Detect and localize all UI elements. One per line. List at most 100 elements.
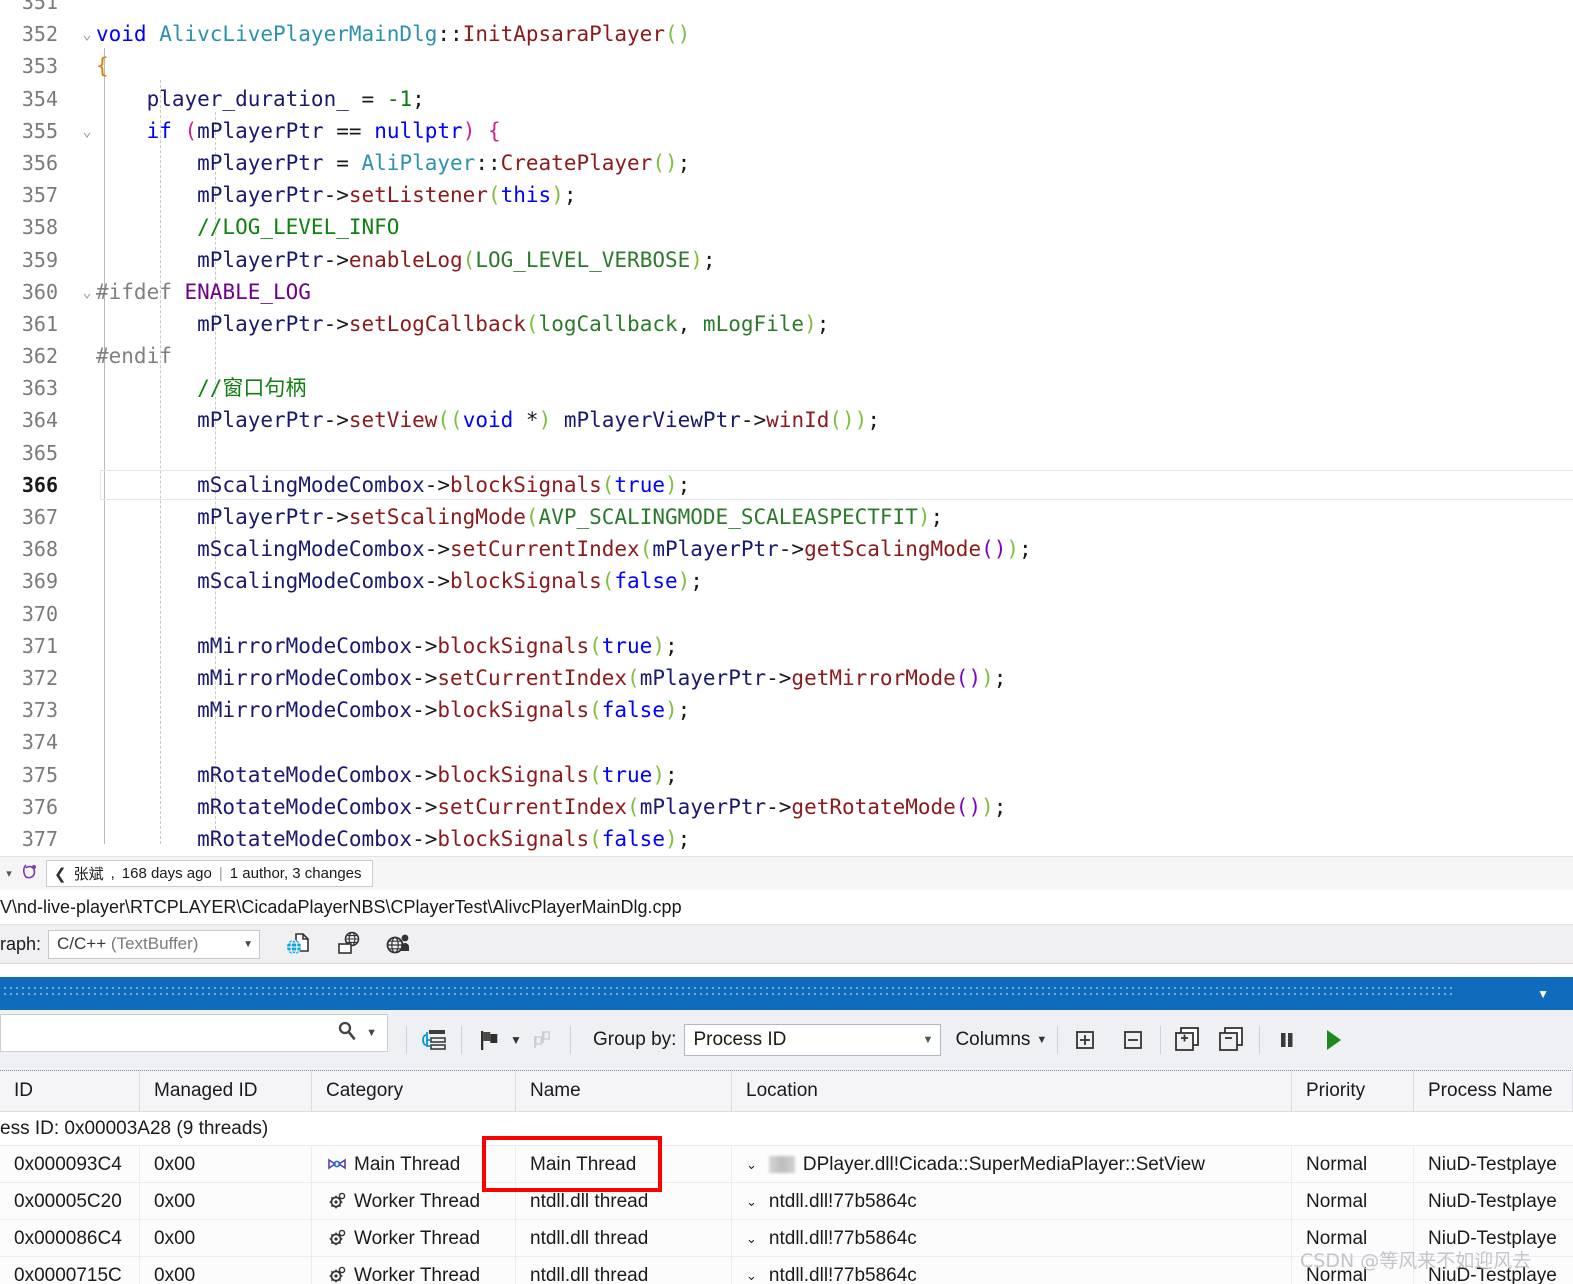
code-line[interactable]: 376 mRotateModeCombox->setCurrentIndex(m…: [0, 791, 1573, 823]
code-line[interactable]: 361 mPlayerPtr->setLogCallback(logCallba…: [0, 308, 1573, 340]
code-line[interactable]: 363 //窗口句柄: [0, 372, 1573, 404]
search-field[interactable]: [1, 1021, 329, 1045]
file-path-row: V\nd-live-player\RTCPLAYER\CicadaPlayerN…: [0, 890, 1573, 924]
codelens-icon[interactable]: [18, 862, 44, 885]
chevron-down-icon[interactable]: ⌄: [746, 1183, 757, 1220]
code-line[interactable]: 364 mPlayerPtr->setView((void *) mPlayer…: [0, 404, 1573, 436]
code-line[interactable]: 370: [0, 598, 1573, 630]
language-combo[interactable]: C/C++ (TextBuffer) ▼: [48, 929, 261, 959]
code-line-text: mScalingModeCombox->blockSignals(false);: [96, 569, 703, 594]
chevron-down-icon[interactable]: ⌄: [746, 1220, 757, 1257]
panel-dropdown-caret[interactable]: ▼: [1537, 987, 1549, 1001]
code-line[interactable]: 371 mMirrorModeCombox->blockSignals(true…: [0, 630, 1573, 662]
panel-title-bar[interactable]: ▼: [0, 977, 1573, 1010]
fold-toggle-icon[interactable]: ⌄: [78, 276, 96, 308]
code-line-text: mRotateModeCombox->setCurrentIndex(mPlay…: [96, 794, 1007, 819]
group-by-label: Group by:: [593, 1029, 677, 1050]
columns-button[interactable]: Columns ▼: [955, 1029, 1047, 1051]
code-line[interactable]: 359 mPlayerPtr->enableLog(LOG_LEVEL_VERB…: [0, 244, 1573, 276]
line-number: 370: [21, 601, 58, 626]
cell-managed-id: 0x00: [140, 1182, 312, 1220]
search-input[interactable]: ▼: [0, 1014, 388, 1052]
pause-icon[interactable]: [1270, 1023, 1304, 1057]
chevron-down-icon[interactable]: ⌄: [746, 1146, 757, 1183]
code-line[interactable]: 369 mScalingModeCombox->blockSignals(fal…: [0, 565, 1573, 597]
chevron-down-icon[interactable]: ▼: [1036, 1034, 1047, 1046]
line-number: 362: [21, 344, 58, 369]
column-header-process-name[interactable]: Process Name: [1414, 1070, 1573, 1112]
web-page-icon[interactable]: [284, 930, 312, 958]
code-line[interactable]: 351: [0, 0, 1573, 18]
fold-toggle-icon[interactable]: ⌄: [78, 115, 96, 147]
table-row[interactable]: 0x00005C20 0x00 Worker Thread ntdll.dll thr…: [0, 1182, 1573, 1220]
code-line[interactable]: 365: [0, 437, 1573, 469]
code-line[interactable]: 374: [0, 726, 1573, 758]
code-line[interactable]: 358 //LOG_LEVEL_INFO: [0, 211, 1573, 243]
drag-grip[interactable]: [4, 987, 1453, 999]
cell-priority: Normal: [1292, 1145, 1414, 1183]
chevron-down-icon[interactable]: ▼: [243, 939, 253, 950]
collapse-minus-icon[interactable]: [1116, 1023, 1150, 1057]
graph-toolbar[interactable]: raph: C/C++ (TextBuffer) ▼: [0, 924, 1573, 964]
blame-info-chip[interactable]: ❮ 张斌, 168 days ago | 1 author, 3 changes: [46, 860, 373, 887]
flag-icon[interactable]: [472, 1023, 506, 1057]
cell-location: ⌄ DPlayer.dll!Cicada::SuperMediaPlayer::S…: [732, 1145, 1292, 1183]
code-line[interactable]: 356 mPlayerPtr = AliPlayer::CreatePlayer…: [0, 147, 1573, 179]
line-number: 357: [21, 183, 58, 208]
search-dropdown-caret[interactable]: ▼: [366, 1027, 377, 1039]
chevron-down-icon[interactable]: ▼: [923, 1034, 934, 1046]
code-line[interactable]: 362 #endif: [0, 340, 1573, 372]
table-header-row[interactable]: ID Managed ID Category Name Location Priority…: [0, 1070, 1573, 1112]
column-header-managed-id[interactable]: Managed ID: [140, 1070, 312, 1112]
threads-toolbar[interactable]: ▼ ▼ Group by: Process ID ▼ Columns ▼: [0, 1010, 1573, 1070]
watermark: CSDN @等风来不如迎风去: [1300, 1250, 1532, 1272]
table-row[interactable]: 0x000093C4 0x00 Main Thread Main Thread ⌄ DPl…: [0, 1145, 1573, 1183]
expand-plus-icon[interactable]: [1068, 1023, 1102, 1057]
column-header-location[interactable]: Location: [732, 1070, 1292, 1112]
column-header-priority[interactable]: Priority: [1292, 1070, 1414, 1112]
code-line[interactable]: 377 mRotateModeCombox->blockSignals(fals…: [0, 823, 1573, 855]
code-line[interactable]: 354 player_duration_ = -1;: [0, 83, 1573, 115]
column-header-name[interactable]: Name: [516, 1070, 732, 1112]
code-line[interactable]: 368 mScalingModeCombox->setCurrentIndex(…: [0, 533, 1573, 565]
flag-dropdown-caret[interactable]: ▼: [506, 1023, 526, 1057]
cell-category: Main Thread: [312, 1145, 516, 1183]
code-line[interactable]: 352 ⌄ void AlivcLivePlayerMainDlg::InitAps…: [0, 18, 1573, 50]
code-line[interactable]: 372 mMirrorModeCombox->setCurrentIndex(m…: [0, 662, 1573, 694]
graph-icon-group[interactable]: [284, 930, 412, 958]
flatten-list-icon[interactable]: [417, 1023, 451, 1057]
column-header-category[interactable]: Category: [312, 1070, 516, 1112]
web-person-icon[interactable]: [384, 930, 412, 958]
code-line[interactable]: 367 mPlayerPtr->setScalingMode(AVP_SCALI…: [0, 501, 1573, 533]
column-header-id[interactable]: ID: [0, 1070, 140, 1112]
code-line[interactable]: 375 mRotateModeCombox->blockSignals(true…: [0, 759, 1573, 791]
magnifier-icon[interactable]: [336, 1020, 358, 1047]
code-line-text: mRotateModeCombox->blockSignals(true);: [96, 762, 678, 787]
location-label: ntdll.dll!77b5864c: [768, 1227, 917, 1249]
code-line[interactable]: 353 {: [0, 50, 1573, 82]
codelens-glyph: [22, 864, 36, 879]
code-editor[interactable]: 351 352 ⌄ void AlivcLivePlayerMainDlg::Init…: [0, 0, 1573, 856]
threads-toolbar-buttons[interactable]: ▼ Group by: Process ID ▼ Columns ▼: [396, 1010, 1350, 1070]
code-line-text: mMirrorModeCombox->blockSignals(true);: [96, 633, 678, 658]
category-label: Worker Thread: [354, 1227, 481, 1249]
code-line[interactable]: 357 mPlayerPtr->setListener(this);: [0, 179, 1573, 211]
process-group-row[interactable]: ess ID: 0x00003A28 (9 threads): [0, 1112, 1573, 1146]
web-window-icon[interactable]: [334, 930, 362, 958]
line-number: 374: [21, 730, 58, 755]
code-line[interactable]: 355 ⌄ if (mPlayerPtr == nullptr) {: [0, 115, 1573, 147]
code-line[interactable]: 366 mScalingModeCombox->blockSignals(tru…: [0, 469, 1573, 501]
code-line[interactable]: 360 ⌄ #ifdef ENABLE_LOG: [0, 276, 1573, 308]
group-by-combo[interactable]: Process ID ▼: [684, 1024, 942, 1056]
fold-toggle-icon[interactable]: ⌄: [78, 18, 96, 50]
blame-dropdown-caret[interactable]: ▾: [0, 867, 18, 880]
code-line[interactable]: 373 mMirrorModeCombox->blockSignals(fals…: [0, 694, 1573, 726]
collapse-all-icon[interactable]: [1215, 1023, 1249, 1057]
code-line-text: #endif: [96, 344, 172, 369]
code-line-text: void AlivcLivePlayerMainDlg::InitApsaraP…: [96, 22, 691, 47]
worker-thread-icon: [326, 1265, 348, 1284]
run-icon[interactable]: [1316, 1023, 1350, 1057]
chevron-down-icon[interactable]: ⌄: [746, 1257, 757, 1284]
line-number: 365: [21, 440, 58, 465]
expand-all-icon[interactable]: [1171, 1023, 1205, 1057]
